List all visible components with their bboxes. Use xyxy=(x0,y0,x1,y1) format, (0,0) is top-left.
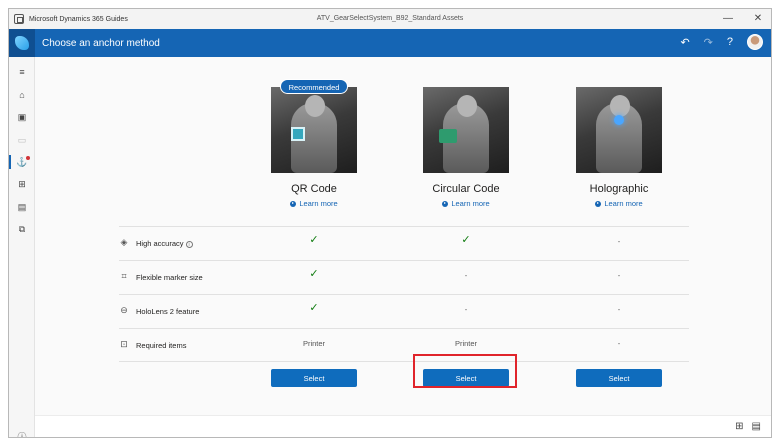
play-icon xyxy=(290,200,297,207)
qr-code-image xyxy=(271,87,357,173)
footer-bar: ⊞ ▤ xyxy=(35,415,771,437)
help-icon[interactable]: ? xyxy=(727,36,733,48)
row-label: HoloLens 2 feature xyxy=(136,307,200,316)
avatar[interactable] xyxy=(747,34,763,50)
undo-icon[interactable]: ↶ xyxy=(680,36,689,49)
holographic-size-value: - xyxy=(617,271,621,280)
row-hololens-2-feature: ⊖ HoloLens 2 feature ✓ - - xyxy=(119,294,689,328)
holographic-accuracy-value: - xyxy=(617,237,621,246)
row-label: Flexible marker size xyxy=(136,273,203,282)
app-name: Microsoft Dynamics 365 Guides xyxy=(29,15,128,23)
select-circular-code-button[interactable]: Select xyxy=(423,369,509,387)
holographic-required-value: - xyxy=(617,339,621,348)
option-holographic: Holographic Learn more xyxy=(576,87,662,208)
qr-hololens-check-icon: ✓ xyxy=(309,302,319,314)
info-icon[interactable]: ⓘ xyxy=(9,427,35,438)
footer-actions: ⊞ ▤ xyxy=(735,421,761,432)
outline-icon[interactable]: ▭ xyxy=(9,131,35,149)
play-icon xyxy=(442,200,449,207)
main-content: Recommended QR Code Learn more Circular … xyxy=(35,57,771,415)
row-required-items: ⊡ Required items Printer Printer - xyxy=(119,328,689,362)
circular-size-value: - xyxy=(464,271,468,280)
grid-icon[interactable]: ⊞ xyxy=(9,175,35,193)
image-icon[interactable]: ▣ xyxy=(9,108,35,126)
learn-more-link[interactable]: Learn more xyxy=(423,199,509,208)
marker-size-icon: ⌗ xyxy=(121,271,127,281)
person-head xyxy=(610,95,630,117)
minimize-icon[interactable]: — xyxy=(721,12,735,26)
window-controls: — ✕ xyxy=(721,12,765,26)
select-qr-code-button[interactable]: Select xyxy=(271,369,357,387)
row-high-accuracy: ◈ High accuracy i ✓ ✓ - xyxy=(119,226,689,260)
home-icon[interactable]: ⌂ xyxy=(9,86,35,104)
page-header: Choose an anchor method ↶ ↷ ? xyxy=(9,29,771,57)
row-label-text: High accuracy xyxy=(136,239,184,248)
row-label: High accuracy i xyxy=(136,239,193,248)
option-title: Holographic xyxy=(589,183,649,195)
option-qr-code: Recommended QR Code Learn more xyxy=(271,79,357,208)
logo-shape xyxy=(15,36,29,50)
qr-accuracy-check-icon: ✓ xyxy=(309,234,319,246)
left-rail: ≡ ⌂ ▣ ▭ ⚓ ⊞ ▤ ⧉ ⓘ xyxy=(9,57,35,437)
title-bar: Microsoft Dynamics 365 Guides ATV_GearSe… xyxy=(9,9,771,29)
qr-required-value: Printer xyxy=(302,339,326,348)
page-title: Choose an anchor method xyxy=(42,37,160,49)
close-icon[interactable]: ✕ xyxy=(751,12,765,26)
circular-code-image xyxy=(423,87,509,173)
header-actions: ↶ ↷ ? xyxy=(680,34,763,50)
info-icon[interactable]: i xyxy=(185,241,193,248)
menu-icon[interactable]: ≡ xyxy=(9,63,35,81)
select-holographic-button[interactable]: Select xyxy=(576,369,662,387)
hologram-icon xyxy=(614,115,624,125)
circular-required-value: Printer xyxy=(454,339,478,348)
learn-more-label: Learn more xyxy=(299,199,338,208)
content-icon[interactable]: ▤ xyxy=(9,198,35,216)
anchor-icon[interactable]: ⚓ xyxy=(9,153,35,171)
grid-view-icon[interactable]: ⊞ xyxy=(735,421,743,432)
person-head xyxy=(305,95,325,117)
guides-logo xyxy=(9,29,35,57)
redo-icon[interactable]: ↷ xyxy=(704,36,713,49)
person-head xyxy=(457,95,477,117)
circular-marker-icon xyxy=(439,129,457,143)
play-icon xyxy=(595,200,602,207)
accuracy-icon: ◈ xyxy=(120,237,128,247)
option-title: QR Code xyxy=(291,183,337,195)
recommended-badge: Recommended xyxy=(280,79,348,94)
qr-size-check-icon: ✓ xyxy=(309,268,319,280)
required-items-icon: ⊡ xyxy=(120,339,128,349)
library-icon[interactable]: ⧉ xyxy=(9,220,35,238)
learn-more-label: Learn more xyxy=(451,199,490,208)
circular-hololens-value: - xyxy=(464,305,468,314)
hololens-icon: ⊖ xyxy=(120,305,128,315)
option-circular-code: Circular Code Learn more xyxy=(423,87,509,208)
holographic-hololens-value: - xyxy=(617,305,621,314)
holographic-image xyxy=(576,87,662,173)
learn-more-link[interactable]: Learn more xyxy=(271,199,357,208)
qr-marker-icon xyxy=(291,127,305,141)
circular-accuracy-check-icon: ✓ xyxy=(461,234,471,246)
row-label: Required items xyxy=(136,341,187,350)
learn-more-link[interactable]: Learn more xyxy=(576,199,662,208)
list-view-icon[interactable]: ▤ xyxy=(752,421,761,432)
option-title: Circular Code xyxy=(432,183,500,195)
app-icon xyxy=(14,14,24,24)
row-flexible-marker-size: ⌗ Flexible marker size ✓ - - xyxy=(119,260,689,294)
learn-more-label: Learn more xyxy=(604,199,643,208)
notification-dot xyxy=(26,156,30,160)
app-window: Microsoft Dynamics 365 Guides ATV_GearSe… xyxy=(8,8,772,438)
